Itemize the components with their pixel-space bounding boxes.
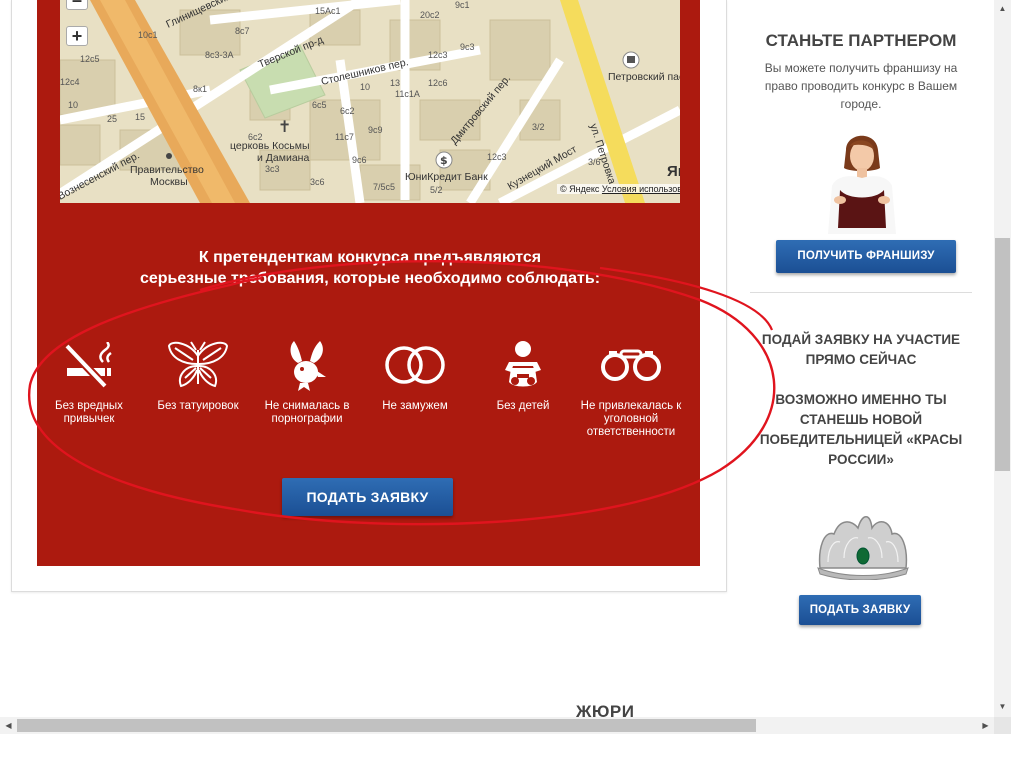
cta-line2: ВОЗМОЖНО ИМЕННО ТЫ СТАНЕШЬ НОВОЙ ПОБЕДИТ… (759, 392, 963, 467)
svg-text:3с6: 3с6 (310, 177, 325, 187)
baby-icon (467, 340, 579, 390)
svg-text:25: 25 (107, 114, 117, 124)
requirement-no-tattoos: Без татуировок (142, 340, 254, 413)
requirement-not-married: Не замужем (359, 340, 471, 413)
yandex-logo: Яндекс (667, 163, 680, 180)
map-credit: © Яндекс Условия использования (557, 184, 680, 194)
no-smoking-icon (33, 340, 145, 390)
svg-text:12с5: 12с5 (80, 54, 100, 64)
get-franchise-button[interactable]: ПОЛУЧИТЬ ФРАНШИЗУ (776, 240, 956, 273)
svg-text:12с3: 12с3 (487, 152, 507, 162)
requirement-label: Без татуировок (157, 400, 239, 412)
svg-text:13: 13 (390, 78, 400, 88)
svg-text:9с3: 9с3 (460, 42, 475, 52)
requirement-label: Без детей (496, 400, 550, 412)
svg-text:15: 15 (135, 112, 145, 122)
svg-text:11с7: 11с7 (335, 132, 354, 142)
svg-text:8с7: 8с7 (235, 26, 250, 36)
svg-text:$: $ (440, 154, 448, 167)
svg-text:✝: ✝ (278, 117, 291, 136)
vertical-scrollbar[interactable]: ▲ ▼ (994, 0, 1011, 717)
requirement-no-bad-habits: Без вредных привычек (33, 340, 145, 426)
requirements-heading-line2: серьезные требования, которые необходимо… (139, 270, 601, 287)
requirement-label: Не привлекалась к уголовной ответственно… (580, 400, 682, 438)
svg-text:ЮниКредит Банк: ЮниКредит Банк (405, 171, 488, 183)
map-terms-link[interactable]: Условия использования (602, 184, 680, 194)
svg-text:церковь Косьмы: церковь Косьмы (230, 140, 310, 152)
svg-text:6с5: 6с5 (312, 100, 327, 110)
yandex-map[interactable]: 10с1 8с7 15Ас1 20с2 9с1 12с5 8с3-3А 12с4… (60, 0, 680, 203)
svg-text:Москвы: Москвы (150, 176, 188, 188)
svg-text:15Ас1: 15Ас1 (315, 6, 341, 16)
svg-text:20с2: 20с2 (420, 10, 440, 20)
map-copyright: © Яндекс (560, 184, 600, 194)
rings-icon (359, 340, 471, 390)
partner-title: СТАНЬТЕ ПАРТНЕРОМ (765, 31, 957, 50)
partner-text: Вы можете получить франшизу на право про… (764, 61, 958, 111)
requirement-no-criminal-record: Не привлекалась к уголовной ответственно… (575, 340, 687, 439)
svg-text:5/2: 5/2 (430, 185, 443, 195)
map-label-passage: Петровский пассаж (608, 71, 680, 83)
svg-text:3с3: 3с3 (265, 164, 280, 174)
partner-woman-image (828, 135, 896, 234)
apply-button[interactable]: ПОДАТЬ ЗАЯВКУ (282, 478, 453, 516)
scroll-left-arrow-icon[interactable]: ◀ (0, 717, 17, 734)
svg-text:10: 10 (68, 100, 78, 110)
svg-text:10с1: 10с1 (138, 30, 158, 40)
requirements-heading: К претенденткам конкурса предъявляются с… (60, 247, 680, 289)
scroll-down-arrow-icon[interactable]: ▼ (994, 698, 1011, 715)
sidebar-divider (750, 292, 972, 293)
zoom-out-button[interactable]: – (66, 0, 88, 10)
sidebar-apply-button[interactable]: ПОДАТЬ ЗАЯВКУ (799, 595, 921, 625)
svg-text:12с6: 12с6 (428, 78, 448, 88)
horizontal-scrollbar[interactable]: ◀ ▶ (0, 717, 994, 734)
requirement-no-children: Без детей (467, 340, 579, 413)
handcuffs-icon (575, 340, 687, 390)
scroll-right-arrow-icon[interactable]: ▶ (977, 717, 994, 734)
requirements-heading-line1: К претенденткам конкурса предъявляются (198, 249, 542, 266)
cta-line1: ПОДАЙ ЗАЯВКУ НА УЧАСТИЕ ПРЯМО СЕЙЧАС (761, 332, 961, 367)
requirement-label: Не снималась в порнографии (264, 400, 350, 425)
sidebar: СТАНЬТЕ ПАРТНЕРОМ Вы можете получить фра… (750, 0, 972, 768)
svg-text:12с3: 12с3 (428, 50, 448, 60)
svg-text:9с1: 9с1 (455, 0, 470, 10)
svg-text:Правительство: Правительство (130, 164, 204, 176)
zoom-in-button[interactable]: + (66, 26, 88, 46)
svg-text:12с4: 12с4 (60, 77, 80, 87)
crown-image (817, 516, 909, 580)
svg-text:8к1: 8к1 (193, 84, 207, 94)
scroll-up-arrow-icon[interactable]: ▲ (994, 0, 1011, 17)
requirement-label: Без вредных привычек (55, 400, 123, 425)
svg-text:8с3-3А: 8с3-3А (205, 50, 234, 60)
requirement-label: Не замужем (382, 400, 448, 412)
vertical-scroll-thumb[interactable] (995, 238, 1010, 471)
scrollbar-corner (994, 717, 1011, 734)
svg-text:7/5с5: 7/5с5 (373, 182, 395, 192)
svg-text:11с1А: 11с1А (395, 89, 420, 99)
svg-text:и Дамиана: и Дамиана (257, 152, 309, 164)
requirement-no-porn: Не снималась в порнографии (251, 340, 363, 426)
svg-text:10: 10 (360, 82, 370, 92)
butterfly-icon (142, 340, 254, 390)
svg-text:9с9: 9с9 (368, 125, 383, 135)
svg-text:3/2: 3/2 (532, 122, 545, 132)
svg-text:6с2: 6с2 (340, 106, 355, 116)
horizontal-scroll-thumb[interactable] (17, 719, 756, 732)
sidebar-cta: ПОДАЙ ЗАЯВКУ НА УЧАСТИЕ ПРЯМО СЕЙЧАС ВОЗ… (750, 330, 972, 470)
svg-text:9с6: 9с6 (352, 155, 367, 165)
map-canvas: 10с1 8с7 15Ас1 20с2 9с1 12с5 8с3-3А 12с4… (60, 0, 680, 203)
playboy-bunny-icon (251, 340, 363, 391)
